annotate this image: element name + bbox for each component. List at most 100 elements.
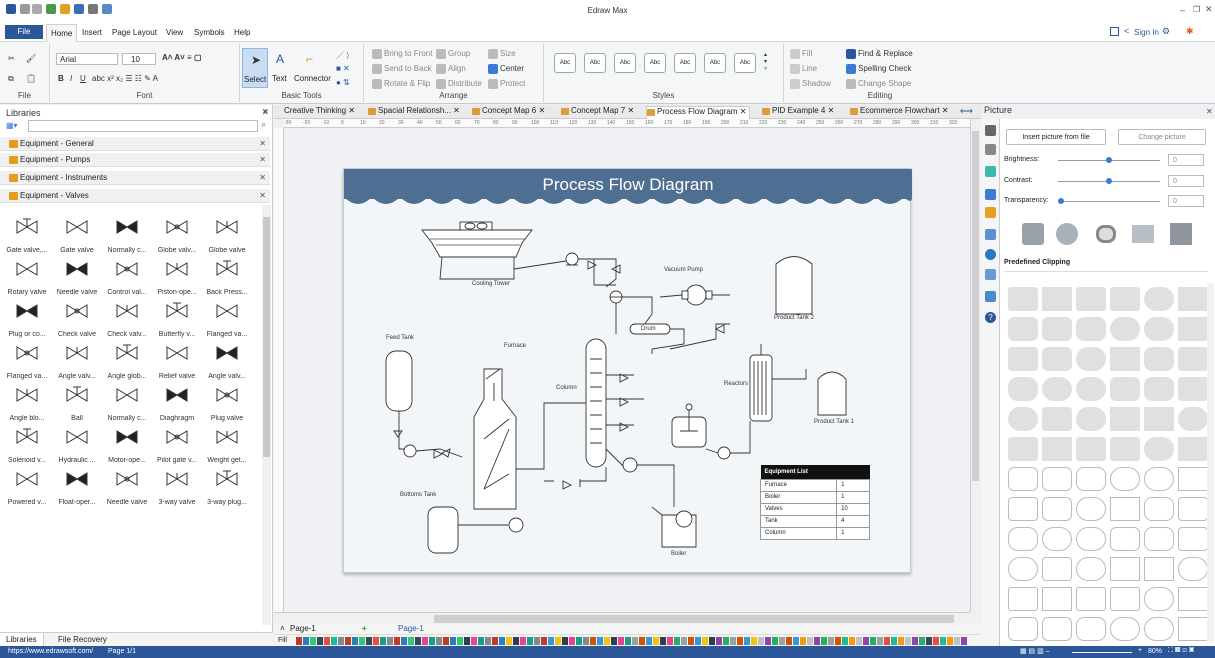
color-swatch[interactable] bbox=[877, 637, 883, 645]
clipping-shape[interactable] bbox=[1076, 347, 1106, 371]
clipping-shape[interactable] bbox=[1042, 407, 1072, 431]
library-shape[interactable]: Plug or co... bbox=[2, 301, 52, 338]
open-icon[interactable] bbox=[60, 4, 70, 14]
grow-font-icon[interactable]: A˄ A˅ ≡ ▢ bbox=[162, 53, 202, 62]
color-swatch[interactable] bbox=[660, 637, 666, 645]
product-tank-1[interactable] bbox=[817, 371, 847, 416]
color-swatch[interactable] bbox=[954, 637, 960, 645]
color-swatch[interactable] bbox=[751, 637, 757, 645]
color-swatch[interactable] bbox=[345, 637, 351, 645]
clipping-shape[interactable] bbox=[1042, 497, 1072, 521]
effect-preset[interactable] bbox=[1056, 223, 1078, 245]
transparency-slider[interactable] bbox=[1058, 198, 1160, 204]
brightness-input[interactable]: 0 bbox=[1168, 154, 1204, 166]
color-swatch[interactable] bbox=[317, 637, 323, 645]
menu-help[interactable]: Help bbox=[234, 28, 250, 37]
share-icon[interactable]: < bbox=[1124, 26, 1129, 36]
vacuum-pump[interactable] bbox=[659, 284, 730, 306]
transparency-input[interactable]: 0 bbox=[1168, 195, 1204, 207]
color-swatch[interactable] bbox=[926, 637, 932, 645]
color-swatch[interactable] bbox=[730, 637, 736, 645]
clipping-shape[interactable] bbox=[1178, 467, 1208, 491]
size-button[interactable]: Size bbox=[488, 49, 516, 59]
bottoms-pump[interactable] bbox=[508, 517, 524, 533]
slider-knob[interactable] bbox=[1058, 198, 1064, 204]
color-swatch[interactable] bbox=[352, 637, 358, 645]
slider-knob[interactable] bbox=[1106, 178, 1112, 184]
color-swatch[interactable] bbox=[807, 637, 813, 645]
fill-format-icon[interactable] bbox=[985, 166, 996, 177]
color-swatch[interactable] bbox=[338, 637, 344, 645]
color-swatch[interactable] bbox=[695, 637, 701, 645]
color-swatch[interactable] bbox=[898, 637, 904, 645]
style-sample[interactable]: Abc bbox=[704, 53, 726, 73]
library-shape[interactable]: Angle glob... bbox=[102, 343, 152, 380]
color-swatch[interactable] bbox=[940, 637, 946, 645]
clipping-shape[interactable] bbox=[1042, 347, 1072, 371]
close-icon[interactable]: ✕ bbox=[1205, 4, 1213, 15]
library-search-input[interactable] bbox=[28, 120, 258, 132]
library-shape[interactable]: Normally c... bbox=[102, 385, 152, 422]
clipping-shape[interactable] bbox=[1110, 437, 1140, 461]
color-swatch[interactable] bbox=[492, 637, 498, 645]
rotate-flip-button[interactable]: Rotate & Flip bbox=[372, 79, 430, 89]
color-swatch[interactable] bbox=[716, 637, 722, 645]
library-shape[interactable]: Ball bbox=[52, 385, 102, 422]
clipping-shape[interactable] bbox=[1076, 527, 1106, 551]
connector-tool-button[interactable]: ⌐ Connector bbox=[294, 48, 331, 88]
color-swatch[interactable] bbox=[576, 637, 582, 645]
clipping-shape[interactable] bbox=[1008, 347, 1038, 371]
cooling-tower[interactable] bbox=[421, 221, 533, 280]
style-sample[interactable]: Abc bbox=[674, 53, 696, 73]
color-swatch[interactable] bbox=[415, 637, 421, 645]
clipping-shape[interactable] bbox=[1042, 287, 1072, 311]
clipping-shape[interactable] bbox=[1042, 617, 1072, 641]
clipping-shape[interactable] bbox=[1144, 407, 1174, 431]
layers-icon[interactable] bbox=[985, 207, 996, 218]
library-shape[interactable]: Globe valv... bbox=[152, 217, 202, 254]
scroll-thumb[interactable] bbox=[434, 615, 954, 623]
clipping-shape[interactable] bbox=[1076, 437, 1106, 461]
add-page-icon[interactable]: + bbox=[362, 624, 367, 633]
library-shape[interactable]: Normally c... bbox=[102, 217, 152, 254]
color-swatch[interactable] bbox=[891, 637, 897, 645]
page-icon[interactable] bbox=[985, 229, 996, 240]
clipping-shape[interactable] bbox=[1042, 557, 1072, 581]
clipping-shape[interactable] bbox=[1178, 287, 1208, 311]
color-swatch[interactable] bbox=[478, 637, 484, 645]
color-swatch[interactable] bbox=[702, 637, 708, 645]
align-button[interactable]: Align bbox=[436, 64, 466, 74]
fit-page-icons[interactable]: ⛶ ▦ ⊡ ▣ bbox=[1168, 647, 1194, 655]
category-equipment-pumps[interactable]: Equipment - Pumps ✕ bbox=[0, 153, 270, 167]
insert-picture-button[interactable]: Insert picture from file bbox=[1006, 129, 1106, 145]
library-shape[interactable]: Flanged va... bbox=[2, 343, 52, 380]
color-swatch[interactable] bbox=[800, 637, 806, 645]
line-format-icon[interactable] bbox=[985, 144, 996, 155]
library-shape[interactable]: Piston-ope... bbox=[152, 259, 202, 296]
library-shape[interactable]: Powered v... bbox=[2, 469, 52, 506]
library-shape[interactable]: Gate valve,... bbox=[2, 217, 52, 254]
diagram-page[interactable]: Process Flow Diagram Cooling Tower Vacuu… bbox=[343, 168, 912, 573]
color-swatch[interactable] bbox=[814, 637, 820, 645]
help-icon[interactable]: ? bbox=[985, 312, 996, 323]
protect-button[interactable]: Protect bbox=[488, 79, 525, 89]
library-shape[interactable]: Pilot gate v... bbox=[152, 427, 202, 464]
product-pump[interactable] bbox=[717, 446, 731, 460]
zoom-in-icon[interactable]: + bbox=[1138, 647, 1142, 654]
label-reactors[interactable]: Reactors bbox=[724, 381, 748, 387]
color-swatch[interactable] bbox=[534, 637, 540, 645]
effect-preset[interactable] bbox=[1022, 223, 1044, 245]
close-category-icon[interactable]: ✕ bbox=[259, 171, 266, 185]
menu-home[interactable]: Home bbox=[46, 24, 78, 42]
clipping-shape[interactable] bbox=[1144, 587, 1174, 611]
clipping-shape[interactable] bbox=[1042, 377, 1072, 401]
color-swatch[interactable] bbox=[933, 637, 939, 645]
color-swatch[interactable] bbox=[681, 637, 687, 645]
center-button[interactable]: Center bbox=[488, 64, 524, 74]
color-swatch[interactable] bbox=[527, 637, 533, 645]
library-shape[interactable]: Relief valve bbox=[152, 343, 202, 380]
color-swatch[interactable] bbox=[443, 637, 449, 645]
view-mode-icons[interactable]: ▦ ▤ ▥ – bbox=[1020, 647, 1050, 655]
library-shape[interactable]: Weight get... bbox=[202, 427, 252, 464]
fullscreen-icon[interactable] bbox=[1110, 27, 1119, 36]
